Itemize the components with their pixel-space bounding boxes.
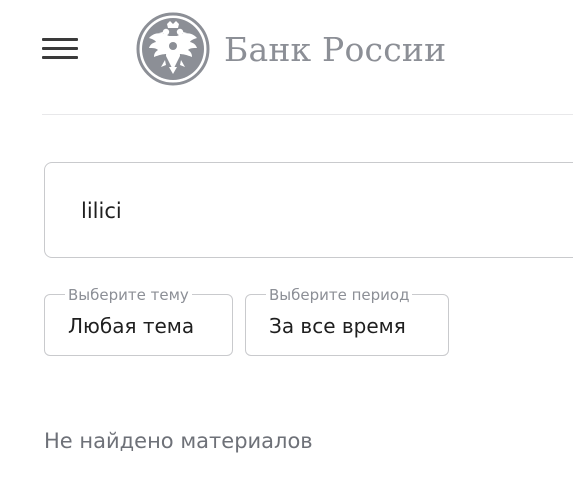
- menu-bar: [42, 56, 78, 59]
- site-header: Банк России: [0, 0, 573, 115]
- no-results-message: Не найдено материалов: [44, 429, 313, 453]
- logo-text: Банк России: [224, 29, 447, 69]
- topic-select[interactable]: Выберите тему Любая тема: [44, 286, 233, 356]
- menu-bar: [42, 47, 78, 50]
- double-headed-eagle-emblem-icon: [136, 12, 210, 86]
- period-select-label: Выберите период: [266, 286, 413, 304]
- topic-select-label: Выберите тему: [65, 286, 192, 304]
- logo-link[interactable]: Банк России: [136, 12, 446, 86]
- menu-bar: [42, 38, 78, 41]
- period-select-value: За все время: [269, 314, 406, 338]
- period-select[interactable]: Выберите период За все время: [245, 286, 449, 356]
- page: Банк России Выберите тему Любая тема Выб…: [0, 0, 573, 479]
- topic-select-value: Любая тема: [68, 314, 195, 338]
- hamburger-menu-icon[interactable]: [40, 34, 80, 64]
- search-box: [44, 162, 573, 258]
- header-divider: [42, 114, 573, 115]
- search-input[interactable]: [81, 193, 561, 229]
